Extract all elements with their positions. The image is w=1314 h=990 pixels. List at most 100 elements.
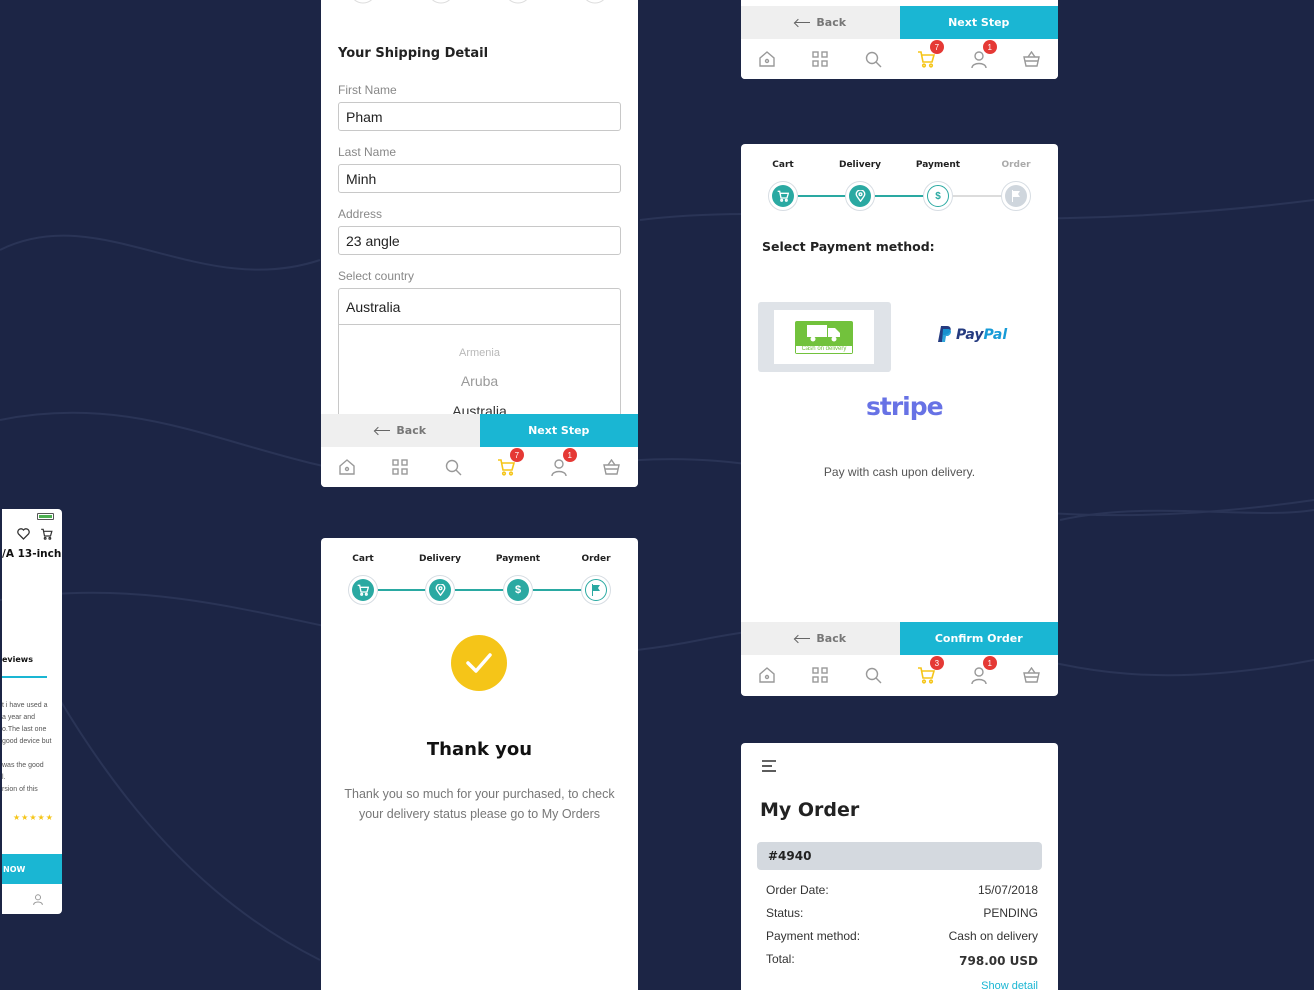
basket-icon xyxy=(1023,667,1040,683)
reviews-tab[interactable]: eviews xyxy=(2,655,33,664)
next-step-button[interactable]: Next Step xyxy=(479,414,638,447)
last-name-field[interactable]: Minh xyxy=(338,164,621,193)
search-tab[interactable] xyxy=(863,49,883,69)
cart-tab[interactable]: 3 xyxy=(916,656,944,685)
basket-icon xyxy=(1023,51,1040,67)
back-button[interactable]: Back xyxy=(741,6,900,39)
profile-badge: 1 xyxy=(982,40,997,54)
show-detail-link[interactable]: Show detail xyxy=(981,980,1038,990)
thank-you-message-line-2: your delivery status please go to My Ord… xyxy=(358,807,601,821)
flag-icon xyxy=(592,584,600,596)
order-row-date: Order Date: 15/07/2018 xyxy=(766,883,1038,897)
grid-icon xyxy=(812,51,828,67)
thank-you-screen: Cart Delivery Payment Order $ Thank you … xyxy=(321,538,638,990)
first-name-field[interactable]: Pham xyxy=(338,102,621,131)
step-label-order: Order xyxy=(581,554,611,564)
categories-tab[interactable] xyxy=(810,49,830,69)
profile-tab[interactable]: 1 xyxy=(549,448,577,477)
order-row-status: Status: PENDING xyxy=(766,906,1038,920)
step-label-delivery: Delivery xyxy=(838,160,882,170)
basket-tab[interactable] xyxy=(1022,49,1042,69)
home-tab[interactable] xyxy=(757,49,777,69)
thank-you-title: Thank you xyxy=(426,739,533,760)
country-picker[interactable]: Australia Armenia Aruba Australia xyxy=(338,288,621,428)
cart-tab[interactable]: 7 xyxy=(496,448,524,477)
picker-option[interactable]: Armenia xyxy=(339,347,620,359)
step-order[interactable] xyxy=(1001,181,1031,211)
payment-screen: Cart Delivery Payment Order $ Select Pay… xyxy=(741,144,1058,696)
product-title: /A 13-inch xyxy=(2,548,62,560)
step-order[interactable] xyxy=(581,575,611,605)
stripe-option[interactable]: stripe xyxy=(866,392,944,421)
cod-label: Cash on delivery xyxy=(796,345,852,353)
categories-tab[interactable] xyxy=(390,457,410,477)
step-label-payment: Payment xyxy=(915,160,961,170)
review-text: t i have used a a year and o.The last on… xyxy=(2,702,52,793)
heart-icon[interactable] xyxy=(17,528,30,540)
home-tab[interactable] xyxy=(757,665,777,685)
battery-icon xyxy=(37,513,54,520)
order-row-payment-method: Payment method: Cash on delivery xyxy=(766,929,1038,943)
user-icon xyxy=(551,458,567,476)
back-button[interactable]: Back xyxy=(741,622,900,655)
bottom-tab-bar: 3 1 xyxy=(741,655,1058,695)
payment-title: Select Payment method: xyxy=(762,239,935,254)
navigation-buttons: Back Confirm Order xyxy=(741,622,1058,655)
shipping-screen: Your Shipping Detail First Name Pham Las… xyxy=(321,0,638,487)
categories-tab[interactable] xyxy=(810,665,830,685)
address-field[interactable]: 23 angle xyxy=(338,226,621,255)
basket-tab[interactable] xyxy=(602,457,622,477)
rating-stars: ★★★★★ xyxy=(13,813,54,822)
country-label: Select country xyxy=(338,269,415,283)
next-step-button[interactable]: Next Step xyxy=(899,6,1058,39)
cart-badge: 7 xyxy=(509,448,524,462)
search-icon xyxy=(865,51,882,67)
user-icon[interactable] xyxy=(33,894,43,905)
shipping-title: Your Shipping Detail xyxy=(338,46,489,61)
truck-icon xyxy=(807,324,840,341)
step-payment[interactable]: $ xyxy=(923,181,953,211)
my-order-screen: My Order #4940 Order Date: 15/07/2018 Sta… xyxy=(741,743,1058,990)
background-lines xyxy=(0,199,1314,961)
confirm-order-button[interactable]: Confirm Order xyxy=(899,622,1058,655)
cart-icon[interactable] xyxy=(40,528,53,540)
step-cart[interactable] xyxy=(348,575,378,605)
cash-on-delivery-option[interactable]: Cash on delivery xyxy=(758,302,891,372)
buy-now-button[interactable]: NOW xyxy=(2,854,62,884)
search-tab[interactable] xyxy=(863,665,883,685)
home-icon xyxy=(759,667,776,683)
country-select-value[interactable]: Australia xyxy=(339,289,620,325)
bottom-tab-bar: 7 1 xyxy=(741,39,1058,79)
dollar-icon: $ xyxy=(514,584,522,596)
success-check-icon xyxy=(451,635,507,691)
picker-option[interactable]: Aruba xyxy=(339,373,620,389)
basket-tab[interactable] xyxy=(1022,665,1042,685)
paypal-wordmark: PayPal xyxy=(956,326,1008,343)
step-label-order: Order xyxy=(1001,160,1031,170)
cart-icon xyxy=(777,190,789,202)
back-button[interactable]: Back xyxy=(321,414,480,447)
arrow-left-icon xyxy=(794,635,811,643)
cart-tab[interactable]: 7 xyxy=(916,40,944,69)
grid-icon xyxy=(392,459,408,475)
profile-tab[interactable]: 1 xyxy=(969,40,997,69)
thank-you-message-line-1: Thank you so much for your purchased, to… xyxy=(344,787,615,801)
search-tab[interactable] xyxy=(443,457,463,477)
step-delivery[interactable] xyxy=(425,575,455,605)
profile-badge: 1 xyxy=(982,656,997,670)
step-label-delivery: Delivery xyxy=(418,554,462,564)
order-number-header[interactable]: #4940 xyxy=(757,842,1042,870)
user-icon xyxy=(971,50,987,68)
step-payment[interactable]: $ xyxy=(503,575,533,605)
paypal-option[interactable]: PayPal xyxy=(938,326,1007,343)
profile-tab[interactable]: 1 xyxy=(969,656,997,685)
cart-badge: 3 xyxy=(929,656,944,670)
product-screen-partial: /A 13-inch eviews t i have used a a year… xyxy=(2,509,62,914)
step-delivery[interactable] xyxy=(845,181,875,211)
home-tab[interactable] xyxy=(337,457,357,477)
cart-badge: 7 xyxy=(929,40,944,54)
address-label: Address xyxy=(338,207,383,221)
step-cart[interactable] xyxy=(768,181,798,211)
step-label-cart: Cart xyxy=(772,160,794,170)
menu-icon[interactable] xyxy=(762,760,776,772)
